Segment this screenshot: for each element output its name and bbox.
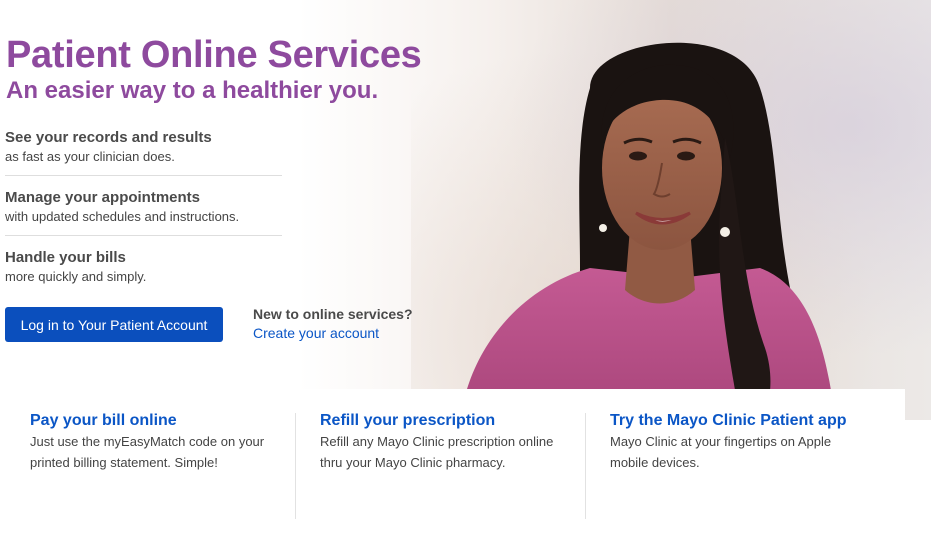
refill-prescription-link[interactable]: Refill your prescription	[320, 412, 495, 429]
card-description: Mayo Clinic at your fingertips on Apple …	[610, 434, 832, 470]
patient-portrait-image	[460, 42, 835, 420]
create-account-link[interactable]: Create your account	[253, 325, 379, 341]
feature-title: Manage your appointments	[5, 189, 201, 206]
feature-item-appointments: Manage your appointments with updated sc…	[5, 186, 282, 236]
card-description: Refill any Mayo Clinic prescription onli…	[320, 434, 554, 470]
feature-title: See your records and results	[5, 129, 212, 146]
feature-title: Handle your bills	[5, 249, 126, 266]
feature-description: more quickly and simply.	[5, 269, 147, 284]
card-pay-bill: Pay your bill online Just use the myEasy…	[5, 389, 295, 538]
patient-app-link[interactable]: Try the Mayo Clinic Patient app	[610, 412, 847, 429]
page-title: Patient Online Services	[6, 34, 422, 76]
login-button[interactable]: Log in to Your Patient Account	[5, 307, 223, 342]
card-refill-prescription: Refill your prescription Refill any Mayo…	[295, 389, 585, 538]
feature-description: as fast as your clinician does.	[5, 149, 175, 164]
card-description: Just use the myEasyMatch code on your pr…	[30, 434, 265, 470]
page-subtitle: An easier way to a healthier you.	[6, 77, 379, 104]
service-cards: Pay your bill online Just use the myEasy…	[5, 389, 905, 538]
hero-banner: Patient Online Services An easier way to…	[0, 0, 931, 420]
new-user-label: New to online services?	[253, 306, 413, 322]
card-patient-app: Try the Mayo Clinic Patient app Mayo Cli…	[585, 389, 875, 538]
pay-bill-link[interactable]: Pay your bill online	[30, 412, 177, 429]
feature-description: with updated schedules and instructions.	[5, 209, 240, 224]
feature-item-records: See your records and results as fast as …	[5, 126, 282, 176]
features-list: See your records and results as fast as …	[5, 126, 282, 305]
feature-item-bills: Handle your bills more quickly and simpl…	[5, 246, 282, 295]
